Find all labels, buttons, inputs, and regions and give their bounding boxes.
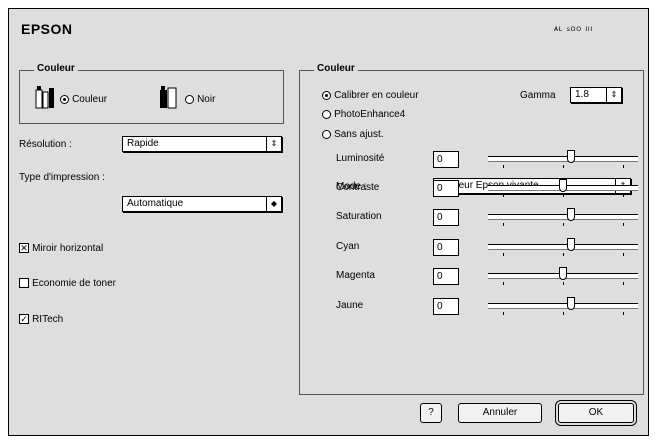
radio-color[interactable] bbox=[60, 94, 69, 104]
slider-track bbox=[488, 303, 638, 309]
radio-photoenhance[interactable] bbox=[322, 109, 331, 119]
gamma-select[interactable]: 1.8 ⇕ bbox=[570, 87, 622, 103]
slider-track bbox=[488, 244, 638, 250]
slider-value-field[interactable]: 0 bbox=[433, 209, 459, 226]
color-group: Couleur Calibrer en couleur PhotoEnhance… bbox=[299, 63, 644, 395]
ink-option-black[interactable]: Noir bbox=[185, 93, 215, 105]
slider-value-field[interactable]: 0 bbox=[433, 151, 459, 168]
slider-ticks bbox=[488, 312, 638, 316]
slider-thumb[interactable] bbox=[559, 179, 567, 192]
radio-black[interactable] bbox=[185, 94, 194, 104]
slider-ticks bbox=[488, 253, 638, 257]
adjust-slider[interactable] bbox=[488, 267, 638, 287]
epson-print-dialog: EPSON ᴬᴸ ˢᴼᴼ ᴵᴵᴵ Couleur Couleur Noir Ré… bbox=[8, 8, 649, 436]
slider-label: Magenta bbox=[336, 270, 375, 281]
color-group-legend: Couleur bbox=[314, 63, 358, 74]
gamma-label: Gamma bbox=[520, 90, 556, 101]
resolution-value: Rapide bbox=[127, 138, 159, 149]
checkbox-toner-box[interactable] bbox=[19, 278, 29, 289]
checkbox-toner-label: Economie de toner bbox=[32, 278, 117, 289]
slider-thumb[interactable] bbox=[566, 238, 575, 251]
version-label: ᴬᴸ ˢᴼᴼ ᴵᴵᴵ bbox=[554, 25, 594, 35]
checkbox-mirror-label: Miroir horizontal bbox=[32, 243, 104, 254]
slider-label: Contraste bbox=[336, 182, 380, 193]
resolution-label: Résolution : bbox=[19, 139, 72, 150]
radio-calibrate[interactable] bbox=[322, 90, 331, 100]
slider-label: Cyan bbox=[336, 241, 360, 252]
mode-option-calibrate[interactable]: Calibrer en couleur bbox=[322, 89, 419, 101]
slider-thumb[interactable] bbox=[559, 267, 567, 280]
slider-thumb[interactable] bbox=[566, 150, 575, 163]
slider-value-field[interactable]: 0 bbox=[433, 180, 459, 197]
help-button[interactable]: ? bbox=[420, 403, 442, 423]
mode-option-calibrate-label: Calibrer en couleur bbox=[334, 90, 419, 101]
checkbox-mirror-box[interactable]: ✕ bbox=[19, 243, 29, 254]
slider-thumb[interactable] bbox=[566, 297, 575, 310]
checkbox-toner[interactable]: Economie de toner bbox=[19, 277, 116, 289]
slider-thumb[interactable] bbox=[566, 208, 575, 221]
slider-ticks bbox=[488, 223, 638, 227]
slider-value-field[interactable]: 0 bbox=[433, 268, 459, 285]
ok-button[interactable]: OK bbox=[558, 403, 634, 423]
mode-option-none-label: Sans ajust. bbox=[334, 129, 384, 140]
adjust-slider[interactable] bbox=[488, 238, 638, 258]
slider-value-field[interactable]: 0 bbox=[433, 239, 459, 256]
ink-option-color-label: Couleur bbox=[72, 94, 108, 105]
black-ink-cartridge-icon bbox=[158, 84, 180, 113]
ink-option-black-label: Noir bbox=[197, 94, 216, 105]
cancel-button[interactable]: Annuler bbox=[458, 403, 542, 423]
checkbox-ritech-box[interactable]: ✓ bbox=[19, 314, 29, 325]
checkbox-ritech-label: RITech bbox=[32, 314, 64, 325]
color-ink-cartridge-icon bbox=[34, 84, 56, 113]
slider-track bbox=[488, 156, 638, 162]
slider-label: Luminosité bbox=[336, 153, 385, 164]
mode-option-photoenhance[interactable]: PhotoEnhance4 bbox=[322, 108, 405, 120]
adjust-slider[interactable] bbox=[488, 150, 638, 170]
dialog-title: EPSON bbox=[21, 21, 73, 37]
slider-label: Jaune bbox=[336, 300, 364, 311]
adjust-slider[interactable] bbox=[488, 208, 638, 228]
slider-value-field[interactable]: 0 bbox=[433, 298, 459, 315]
ink-group-legend: Couleur bbox=[34, 63, 78, 74]
ink-group: Couleur Couleur Noir bbox=[19, 63, 284, 124]
slider-ticks bbox=[488, 194, 638, 198]
checkbox-mirror[interactable]: ✕ Miroir horizontal bbox=[19, 242, 103, 254]
printer-type-label: Type d'impression : bbox=[19, 172, 105, 183]
mode-option-photoenhance-label: PhotoEnhance4 bbox=[334, 109, 406, 120]
slider-track bbox=[488, 214, 638, 220]
resolution-select[interactable]: Rapide ⇕ bbox=[122, 136, 282, 152]
checkbox-ritech[interactable]: ✓ RITech bbox=[19, 313, 63, 325]
chevron-updown-icon: ⇕ bbox=[266, 137, 281, 151]
slider-ticks bbox=[488, 282, 638, 286]
mode-option-none[interactable]: Sans ajust. bbox=[322, 128, 384, 140]
ink-option-color[interactable]: Couleur bbox=[60, 93, 107, 105]
gamma-value: 1.8 bbox=[575, 89, 589, 100]
adjust-slider[interactable] bbox=[488, 297, 638, 317]
printer-type-select[interactable]: Automatique ◆ bbox=[122, 196, 282, 212]
printer-type-value: Automatique bbox=[127, 198, 184, 209]
slider-ticks bbox=[488, 165, 638, 169]
chevron-updown-icon: ⇕ bbox=[606, 88, 621, 102]
slider-label: Saturation bbox=[336, 211, 382, 222]
chevron-down-icon: ◆ bbox=[266, 197, 281, 211]
radio-none[interactable] bbox=[322, 129, 331, 139]
adjust-slider[interactable] bbox=[488, 179, 638, 199]
